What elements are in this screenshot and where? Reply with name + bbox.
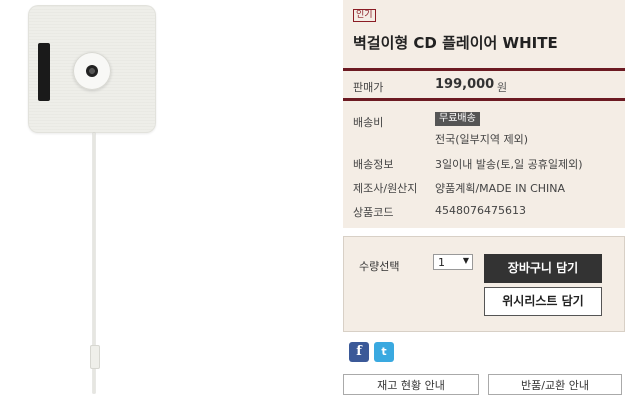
price-unit: 원: [497, 81, 508, 94]
product-code-value: 4548076475613: [435, 204, 526, 217]
product-image: [0, 0, 340, 413]
cd-player-body: [28, 5, 156, 133]
delivery-info-label: 배송정보: [353, 158, 394, 171]
origin-value: 양품계획/MADE IN CHINA: [435, 182, 566, 195]
cord-pull-handle: [90, 345, 100, 369]
cd-spindle: [86, 65, 98, 77]
cd-disc-edge: [38, 43, 50, 101]
quantity-label: 수량선택: [359, 260, 400, 273]
return-exchange-button[interactable]: 반품/교환 안내: [488, 374, 622, 395]
popular-badge: 인기: [353, 9, 376, 22]
shipping-fee-label: 배송비: [353, 116, 384, 129]
add-to-wishlist-button[interactable]: 위시리스트 담기: [484, 287, 602, 316]
price-value: 199,000: [435, 77, 495, 92]
price-label: 판매가: [353, 81, 384, 94]
facebook-icon[interactable]: f: [349, 342, 369, 362]
shipping-note: 전국(일부지역 제외): [435, 133, 529, 146]
twitter-icon[interactable]: t: [374, 342, 394, 362]
quantity-selected-value: 1: [438, 256, 445, 269]
delivery-info-value: 3일이내 발송(토,일 공휴일제외): [435, 158, 583, 171]
purchase-box: 수량선택 1 ▼ 장바구니 담기 위시리스트 담기: [343, 236, 625, 332]
product-header: 인기 벽걸이형 CD 플레이어 WHITE: [343, 0, 625, 68]
cd-speaker-hub: [73, 52, 111, 90]
quantity-select[interactable]: 1 ▼: [433, 254, 473, 270]
dropdown-arrow-icon: ▼: [462, 256, 469, 265]
product-info-panel: 인기 벽걸이형 CD 플레이어 WHITE 판매가 199,000 원 배송비 …: [343, 0, 625, 413]
free-shipping-badge: 무료배송: [435, 112, 480, 126]
product-details: 배송비 무료배송 전국(일부지역 제외) 배송정보 3일이내 발송(토,일 공휴…: [343, 101, 625, 228]
stock-status-button[interactable]: 재고 현황 안내: [343, 374, 479, 395]
product-title: 벽걸이형 CD 플레이어 WHITE: [353, 34, 558, 52]
product-code-label: 상품코드: [353, 206, 394, 219]
add-to-cart-button[interactable]: 장바구니 담기: [484, 254, 602, 283]
price-row: 판매가 199,000 원: [343, 71, 625, 101]
origin-label: 제조사/원산지: [353, 182, 418, 195]
